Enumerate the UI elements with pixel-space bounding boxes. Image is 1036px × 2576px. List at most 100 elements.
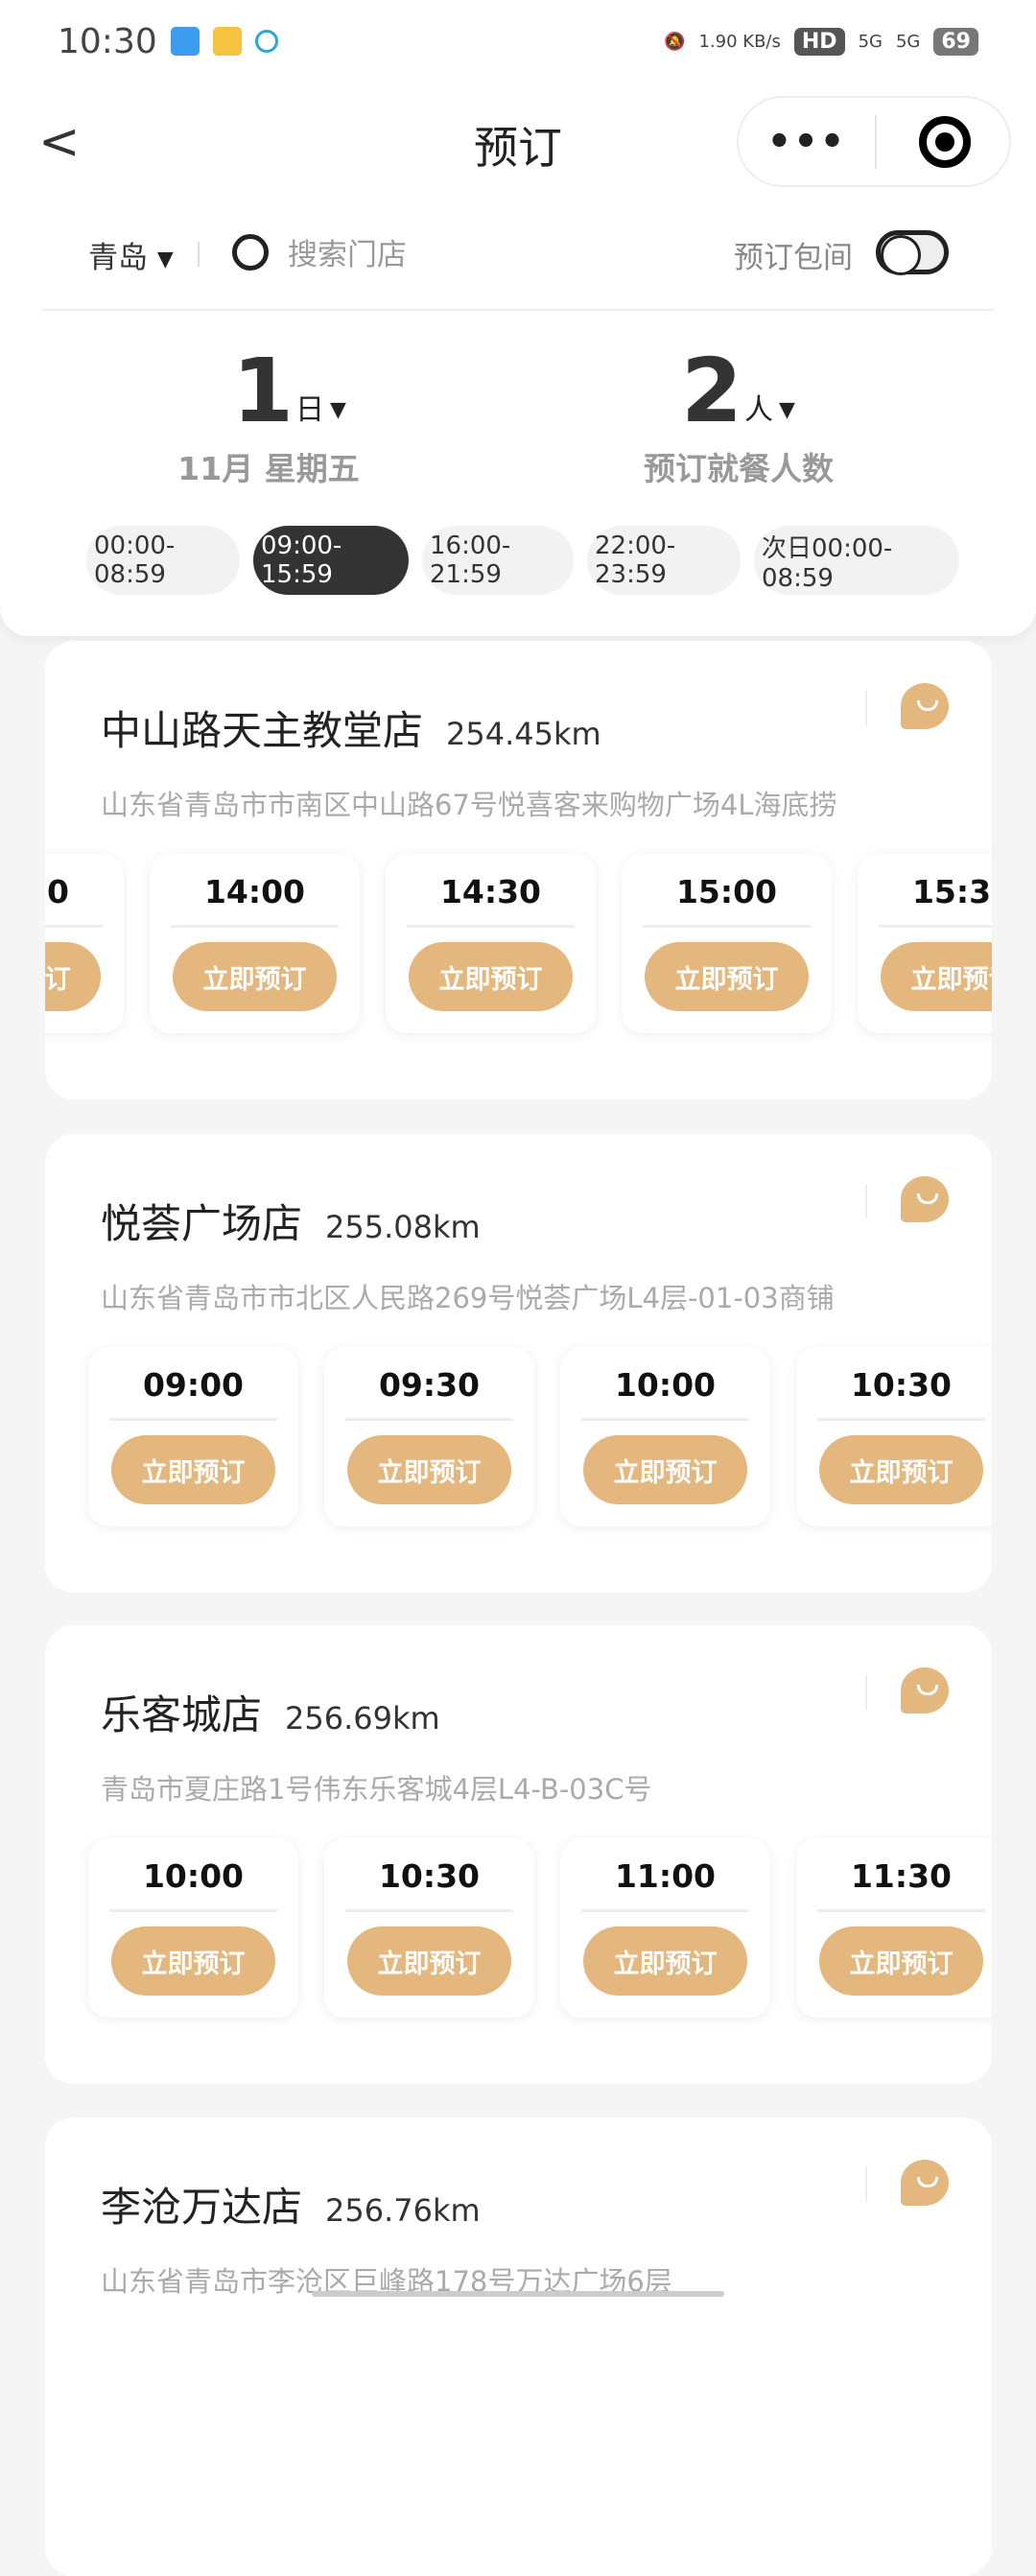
store-card[interactable]: 李沧万达店 256.76km 山东省青岛市李沧区巨峰路178号万达广场6层 [45,2117,992,2576]
time-range-tabs: 00:00-08:59 09:00-15:59 16:00-21:59 22:00-2… [86,526,959,595]
store-distance: 254.45km [446,716,601,752]
people-selector[interactable]: 2 人 ▼ [681,347,795,436]
divider [581,1418,749,1421]
people-subtitle: 预订就餐人数 [644,450,834,487]
book-now-button[interactable]: 立即预订 [111,1435,275,1504]
divider [865,691,867,725]
time-slot: 15:30 立即预订 [858,854,992,1033]
divider [45,925,103,928]
divider [865,1184,867,1218]
time-slot: 10:30 立即预订 [796,1347,992,1526]
caret-down-icon: ▼ [156,248,174,272]
chat-icon[interactable] [901,683,949,729]
book-now-button[interactable]: 立即预订 [645,942,809,1011]
book-now-button[interactable]: 立即预订 [583,1435,747,1504]
divider [109,1909,277,1912]
store-card[interactable]: 乐客城店 256.69km 青岛市夏庄路1号伟东乐客城4层L4-B-03C号 10… [45,1625,992,2084]
city-selector[interactable]: 青岛 ▼ [88,233,174,276]
store-name: 悦荟广场店 255.08km [101,1192,481,1250]
hd-icon: HD [793,27,845,56]
book-now-button[interactable]: 立即预订 [347,1926,511,1996]
store-address: 山东省青岛市市南区中山路67号悦喜客来购物广场4L海底捞 [101,789,837,821]
private-room-label: 预订包间 [734,241,853,275]
book-now-button[interactable]: 立即预订 [45,942,101,1011]
time-slot: 15:00 立即预订 [622,854,832,1033]
slot-time: 10:00 [614,1366,717,1404]
header-panel: 10:30 🔕 1.90 KB/s HD 5G 5G 69 < 预订 ••• 青… [0,0,1036,636]
people-unit: 人 [744,393,774,427]
slot-time: 15:00 [675,873,778,910]
time-slot: 10:30 立即预订 [324,1838,534,2018]
book-now-button[interactable]: 立即预订 [819,1435,983,1504]
home-indicator[interactable] [312,2291,724,2297]
time-range-tab[interactable]: 次日00:00-08:59 [754,526,959,595]
caret-down-icon: ▼ [330,398,346,422]
time-slot-row[interactable]: 13:30立即预订14:00立即预订14:30立即预订15:00立即预订15:3… [45,854,992,1046]
book-now-button[interactable]: 立即预订 [347,1435,511,1504]
net-speed: 1.90 KB/s [698,31,781,52]
divider [198,242,200,267]
search-icon [232,233,269,271]
chat-notification-icon [254,30,278,53]
time-slot: 09:30 立即预订 [324,1347,534,1526]
store-name-text: 中山路天主教堂店 [101,707,424,754]
book-now-button[interactable]: 立即预订 [111,1926,275,1996]
date-unit: 日 [295,393,325,427]
date-day: 1 [232,340,294,442]
time-range-tab[interactable]: 16:00-21:59 [422,526,574,595]
slot-time: 09:00 [142,1366,245,1404]
date-selector[interactable]: 1 日 ▼ [232,347,346,436]
book-now-button[interactable]: 立即预订 [583,1926,747,1996]
divider [643,925,811,928]
store-name: 中山路天主教堂店 254.45km [101,698,601,757]
divider [43,309,993,311]
time-slot: 10:00 立即预订 [560,1347,770,1526]
signal-icon-2: 5G [895,31,921,52]
date-subtitle: 11月 星期五 [177,450,360,487]
battery-icon: 69 [933,27,978,56]
time-range-tab[interactable]: 00:00-08:59 [86,526,240,595]
divider [581,1909,749,1912]
time-slot-row[interactable]: 10:00 立即预订 10:30 立即预订 11:00 立即预订 11:30 立即预订 [45,1838,992,2030]
more-button[interactable]: ••• [739,120,875,164]
time-range-tab[interactable]: 22:00-23:59 [587,526,741,595]
slot-time: 13:30 [45,873,70,910]
store-card[interactable]: 中山路天主教堂店 254.45km 山东省青岛市市南区中山路67号悦喜客来购物广场… [45,641,992,1099]
slot-time: 11:00 [614,1857,717,1895]
book-now-button[interactable]: 立即预订 [819,1926,983,1996]
time-range-tab[interactable]: 09:00-15:59 [253,526,409,595]
private-room-toggle[interactable] [876,230,949,275]
slot-time: 14:30 [439,873,542,910]
store-address: 青岛市夏庄路1号伟东乐客城4层L4-B-03C号 [101,1773,652,1806]
book-now-button[interactable]: 立即预订 [881,942,992,1011]
chat-icon[interactable] [901,1176,949,1222]
chat-icon[interactable] [901,1667,949,1713]
time-slot-row[interactable]: 09:00 立即预订 09:30 立即预订 10:00 立即预订 10:30 立即预订 [45,1347,992,1539]
book-now-button[interactable]: 立即预订 [173,942,337,1011]
status-time: 10:30 [58,21,157,61]
slot-time: 09:30 [378,1366,481,1404]
slot-time: 10:30 [378,1857,481,1895]
people-count: 2 [681,340,743,442]
store-name: 李沧万达店 256.76km [101,2175,481,2233]
caret-down-icon: ▼ [779,398,795,422]
divider [109,1418,277,1421]
chat-icon[interactable] [901,2160,949,2206]
time-slot: 14:30 立即预订 [386,854,596,1033]
store-distance: 256.76km [325,2192,481,2229]
weibo-icon [212,27,242,56]
divider [345,1418,513,1421]
status-bar: 10:30 🔕 1.90 KB/s HD 5G 5G 69 [58,17,978,65]
mini-program-capsule: ••• [737,96,1011,187]
divider [817,1418,985,1421]
slot-time: 15:30 [911,873,992,910]
store-name-text: 乐客城店 [101,1691,263,1738]
search-input[interactable]: 搜索门店 [232,230,407,273]
city-label: 青岛 [88,241,148,275]
app-notification-icon [170,27,200,56]
store-card[interactable]: 悦荟广场店 255.08km 山东省青岛市市北区人民路269号悦荟广场L4层-01… [45,1134,992,1593]
book-now-button[interactable]: 立即预订 [409,942,573,1011]
signal-icon: 5G [858,31,883,52]
time-slot: 11:00 立即预订 [560,1838,770,2018]
close-target-icon[interactable] [919,115,971,168]
